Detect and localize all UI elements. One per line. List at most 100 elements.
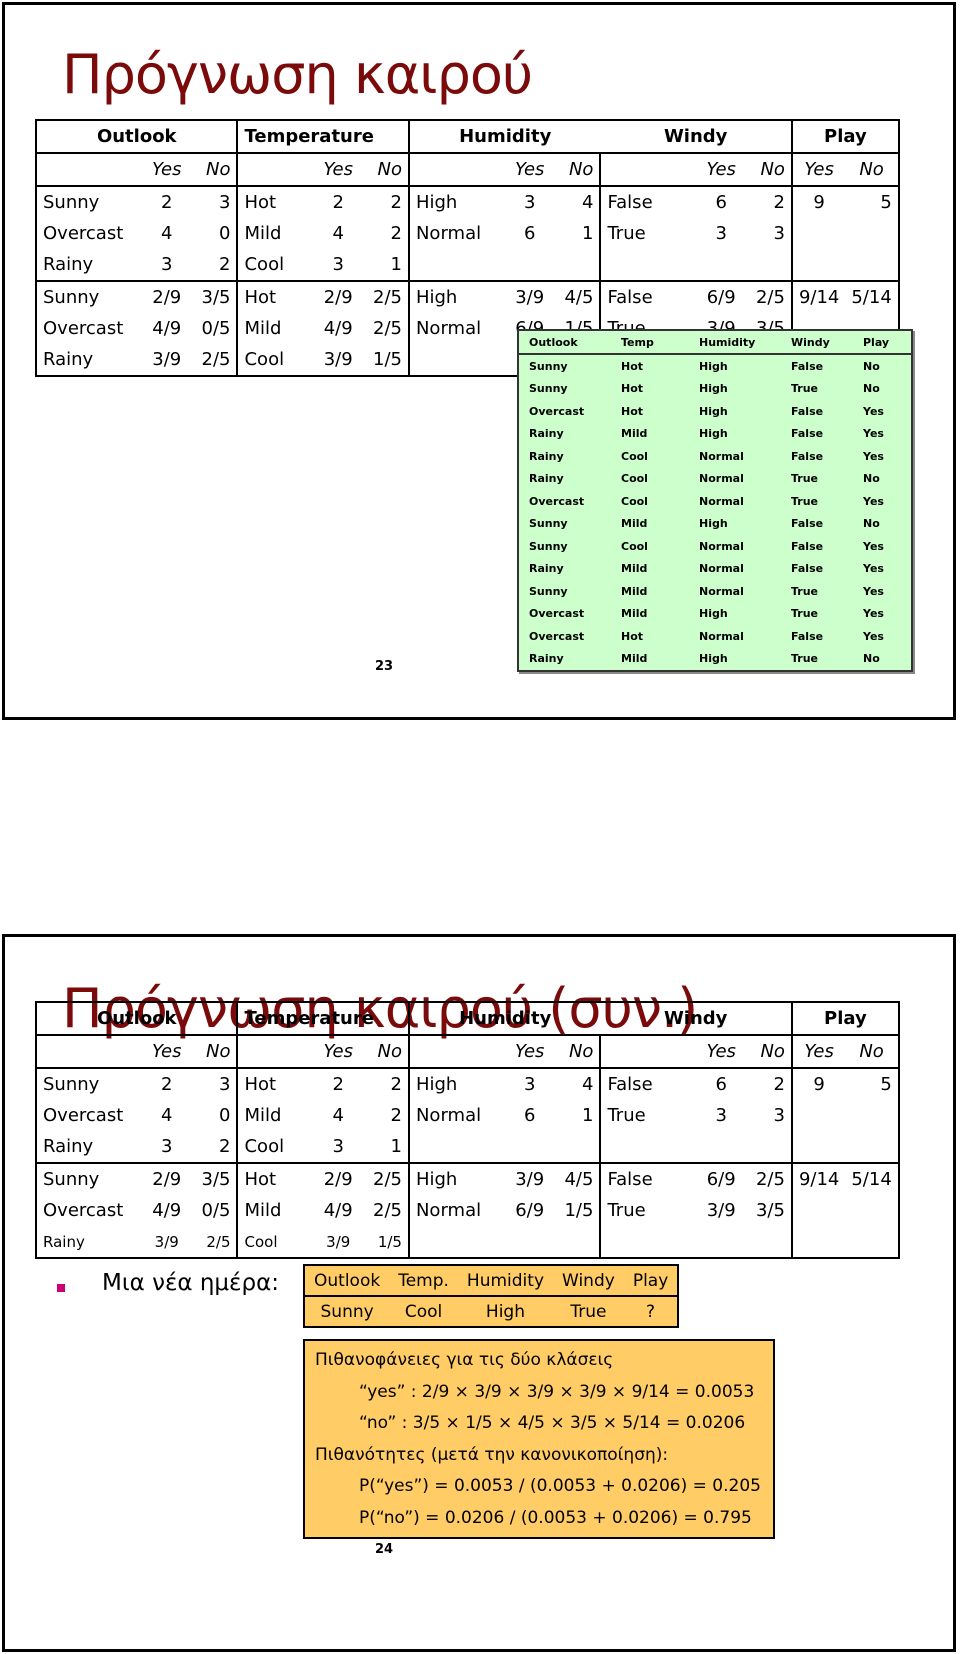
attribute-value: Hot xyxy=(244,287,277,308)
dataset-cell: Yes xyxy=(863,607,884,621)
dataset-cell: Cool xyxy=(621,539,648,553)
no-count: 2 xyxy=(358,186,410,218)
play-yes: 9 xyxy=(813,1074,825,1095)
attribute-value: High xyxy=(415,1074,458,1095)
no-count: 1 xyxy=(550,1100,602,1131)
yes-count: 4/9 xyxy=(152,318,182,339)
yes-count xyxy=(700,249,742,282)
no-count: 2/5 xyxy=(358,1163,410,1195)
page-number: 23 xyxy=(375,659,394,674)
no-label: No xyxy=(187,1035,239,1069)
no-count: 4 xyxy=(550,186,602,218)
attribute-value xyxy=(600,1131,701,1164)
play-yes xyxy=(792,1195,845,1226)
likelihood-yes: “yes” : 2/9 × 3/9 × 3/9 × 3/9 × 9/14 = 0… xyxy=(359,1381,755,1402)
attribute-value: Overcast xyxy=(35,218,146,249)
table-row: Sunny 2 3 Hot 2 2 High 3 4 False 6 2 9 5 xyxy=(35,186,900,218)
attribute-value: Cool xyxy=(237,1131,318,1164)
yes-count xyxy=(508,1131,551,1164)
dataset-cell: Normal xyxy=(699,472,744,486)
dataset-cell: Normal xyxy=(699,539,744,553)
dataset-header-cell: Windy xyxy=(781,330,853,355)
play-no: 5 xyxy=(845,1068,900,1100)
dataset-header-cell: Play xyxy=(853,330,912,355)
probability-heading: Πιθανότητες (μετά την κανονικοποίηση): xyxy=(315,1444,669,1465)
yes-count: 3/9 xyxy=(515,1169,545,1190)
header-cell: Temp. xyxy=(389,1265,458,1297)
no-label: No xyxy=(550,153,602,187)
no-count: 2/5 xyxy=(358,1195,410,1226)
yes-no-row: Yes No Yes No Yes No Yes No Yes No xyxy=(35,1035,900,1069)
attribute-value: Rainy xyxy=(35,1131,146,1164)
no-count: 0 xyxy=(187,1100,239,1131)
dataset-cell: True xyxy=(791,652,819,666)
no-label: No xyxy=(358,153,410,187)
play-yes xyxy=(791,1226,846,1259)
dataset-cell: Sunny xyxy=(529,359,568,373)
attribute-value: Sunny xyxy=(35,1068,146,1100)
no-count xyxy=(741,249,793,282)
dataset-row: Rainy Mild Normal False Yes xyxy=(518,558,912,581)
header-cell: Windy xyxy=(553,1265,624,1297)
attribute-value: Normal xyxy=(415,1105,482,1126)
play-no xyxy=(845,1195,900,1226)
no-count xyxy=(550,1131,602,1164)
no-count: 4 xyxy=(550,1068,602,1100)
no-count: 2 xyxy=(741,1068,793,1100)
yes-count: 3 xyxy=(523,1074,536,1095)
no-count xyxy=(550,1226,602,1259)
attribute-value: Mild xyxy=(244,1105,282,1126)
yes-count: 6 xyxy=(523,1105,536,1126)
header-humidity: Humidity xyxy=(408,119,601,154)
dataset-cell: Sunny xyxy=(529,539,568,553)
dataset-cell: Overcast xyxy=(529,404,585,418)
yes-label: Yes xyxy=(700,1035,742,1069)
yes-count: 6 xyxy=(523,223,536,244)
no-label: No xyxy=(845,1035,900,1069)
dataset-cell: True xyxy=(791,607,819,621)
no-count: 3 xyxy=(187,186,239,218)
header-outlook: Outlook xyxy=(34,119,239,154)
header-play: Play xyxy=(791,119,900,154)
yes-count: 3 xyxy=(317,249,359,282)
dataset-cell: Hot xyxy=(621,359,644,373)
dataset-cell: Yes xyxy=(863,539,884,553)
attribute-value xyxy=(600,1226,701,1259)
yes-count: 4 xyxy=(332,223,344,244)
value-cell: High xyxy=(485,1301,525,1322)
new-day-value-row: Sunny Cool High True ? xyxy=(304,1296,678,1327)
header-play: Play xyxy=(791,1001,900,1036)
attribute-value: Rainy xyxy=(35,344,146,377)
attribute-value: Normal xyxy=(415,1200,482,1221)
no-count: 2 xyxy=(187,249,239,282)
attribute-value: Sunny xyxy=(35,186,146,218)
no-count: 2 xyxy=(358,1068,410,1100)
dataset-cell: High xyxy=(699,652,728,666)
yes-count: 3/9 xyxy=(146,1226,188,1259)
attribute-value: High xyxy=(415,287,458,308)
dataset-cell: Yes xyxy=(863,584,884,598)
yes-count: 4 xyxy=(161,223,173,244)
no-count: 1 xyxy=(358,1131,410,1164)
dataset-row: Overcast Mild High True Yes xyxy=(518,603,912,626)
dataset-cell: Yes xyxy=(863,449,884,463)
attribute-value: Hot xyxy=(244,1169,277,1190)
dataset-cell: Yes xyxy=(863,494,884,508)
table-row: Rainy 3 2 Cool 3 1 xyxy=(35,1131,900,1164)
yes-label: Yes xyxy=(146,153,188,187)
yes-count: 2/9 xyxy=(323,1169,353,1190)
yes-count: 3/9 xyxy=(317,1226,359,1259)
dataset-header-cell: Outlook xyxy=(518,330,611,355)
dataset-cell: Yes xyxy=(863,404,884,418)
dataset-cell: High xyxy=(699,359,728,373)
table-row: Rainy 3 2 Cool 3 1 xyxy=(35,249,900,282)
play-no xyxy=(845,1226,900,1259)
play-yes: 9/14 xyxy=(798,287,840,308)
likelihood-heading: Πιθανοφάνειες για τις δύο κλάσεις xyxy=(315,1350,614,1370)
yes-count xyxy=(700,1226,742,1259)
dataset-cell: No xyxy=(863,517,880,531)
dataset-row: Rainy Cool Normal False Yes xyxy=(518,445,912,468)
no-count: 4/5 xyxy=(550,281,602,313)
yes-count xyxy=(508,249,551,282)
attribute-value xyxy=(600,249,701,282)
